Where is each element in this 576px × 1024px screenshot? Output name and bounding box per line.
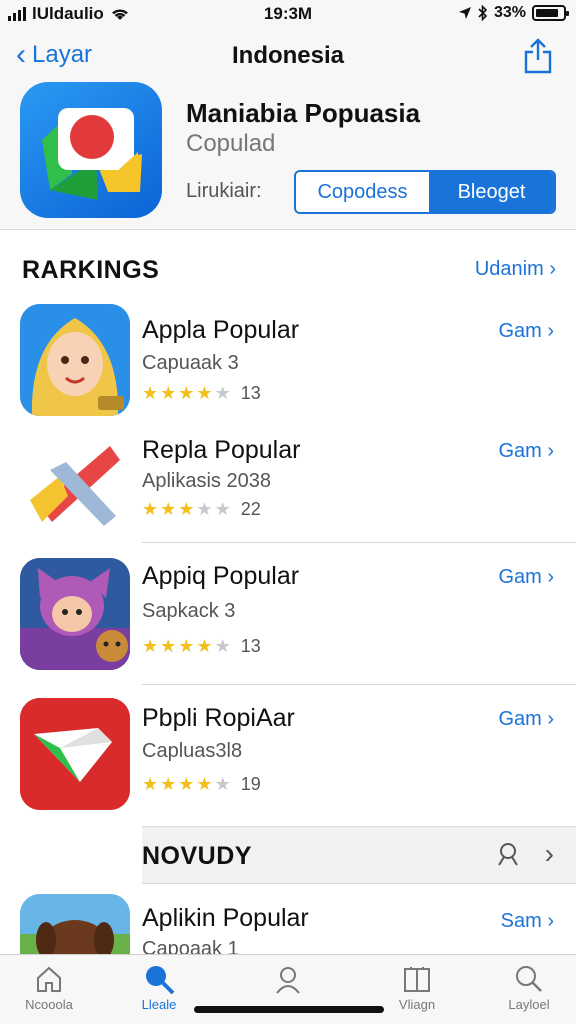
star-filled-icon: ★ — [178, 499, 195, 519]
rankings-title: RARKINGS — [22, 256, 160, 284]
battery-percent: 33% — [493, 4, 526, 21]
star-filled-icon: ★ — [160, 774, 177, 794]
rating-count: 19 — [240, 774, 261, 794]
star-filled-icon: ★ — [196, 636, 213, 656]
home-indicator — [194, 1006, 384, 1013]
star-filled-icon: ★ — [196, 383, 213, 403]
tab-bar: Ncooola Lleale Vliagn Layloel — [0, 954, 576, 1024]
app-name: Aplikin Popular — [142, 904, 309, 932]
featured-label: Lirukiair: — [186, 180, 262, 202]
app-subtitle: Capluas3l8 — [142, 740, 243, 762]
star-filled-icon: ★ — [178, 774, 195, 794]
app-subtitle: Capuaak 3 — [142, 352, 239, 374]
app-name: Repla Popular — [142, 436, 301, 464]
status-bar: lUldaulio 19:3M 33% — [0, 0, 576, 30]
tab-search[interactable]: Lleale — [104, 961, 214, 1012]
search-icon — [104, 961, 214, 997]
star-filled-icon: ★ — [160, 499, 177, 519]
star-filled-icon: ★ — [178, 636, 195, 656]
star-rating: ★ ★ ★ ★ ★ 13 — [142, 383, 261, 404]
page-title: Indonesia — [231, 42, 345, 69]
tab-profile[interactable] — [233, 961, 343, 997]
star-rating: ★ ★ ★ ★ ★ 13 — [142, 636, 261, 657]
location-arrow-icon — [458, 7, 471, 19]
row-divider — [142, 684, 576, 685]
tab-label: Ncooola — [25, 997, 73, 1012]
get-button[interactable]: Gam › — [498, 320, 554, 343]
chevron-right-icon: › — [549, 258, 556, 280]
segment-right[interactable]: Bleoget — [429, 172, 554, 212]
star-empty-icon: ★ — [214, 774, 231, 794]
battery-level — [536, 9, 559, 17]
rating-count: 13 — [240, 636, 261, 656]
segment-left[interactable]: Copodess — [296, 172, 429, 212]
app-subtitle: Sapkack 3 — [142, 600, 236, 622]
rankings-see-all[interactable]: Udanim › — [475, 258, 556, 281]
tab-search-2[interactable]: Layloel — [474, 961, 576, 1012]
star-filled-icon: ★ — [142, 636, 159, 656]
rating-count: 22 — [240, 499, 261, 519]
person-icon[interactable] — [496, 842, 520, 866]
star-rating: ★ ★ ★ ★ ★ 22 — [142, 499, 261, 520]
star-filled-icon: ★ — [178, 383, 195, 403]
get-button[interactable]: Gam › — [498, 440, 554, 463]
see-all-label: Udanim — [474, 258, 544, 280]
row-divider — [142, 542, 576, 543]
star-filled-icon: ★ — [142, 383, 159, 403]
segmented-control: Copodess Bleoget — [294, 170, 556, 214]
get-label: Gam — [498, 566, 542, 588]
chevron-right-icon[interactable]: › — [545, 838, 554, 870]
app-icon-cross-shape — [20, 430, 130, 542]
rating-count: 13 — [240, 383, 261, 403]
star-empty-icon: ★ — [214, 499, 231, 519]
app-icon-play-shape — [20, 698, 130, 810]
section2-title: NOVUDY — [142, 842, 252, 870]
app-header: ‹ Layar Indonesia Maniabia Popuasia Copu… — [0, 30, 576, 230]
star-filled-icon: ★ — [160, 636, 177, 656]
tab-label: Layloel — [508, 997, 550, 1012]
featured-app-icon[interactable] — [20, 82, 162, 218]
star-empty-icon: ★ — [196, 499, 213, 519]
get-label: Sam — [500, 910, 542, 932]
get-label: Gam — [498, 320, 542, 342]
magnifier-icon — [474, 961, 576, 997]
get-button[interactable]: Sam › — [501, 910, 554, 933]
star-filled-icon: ★ — [160, 383, 177, 403]
tab-library[interactable]: Vliagn — [362, 961, 472, 1012]
featured-app-subtitle: Copulad — [186, 130, 276, 157]
battery-icon — [532, 5, 569, 21]
app-name: Appla Popular — [142, 316, 300, 344]
bluetooth-icon — [478, 5, 488, 21]
get-button[interactable]: Gam › — [498, 708, 554, 731]
get-button[interactable]: Gam › — [498, 566, 554, 589]
app-icon-cartoon-kid — [20, 558, 130, 670]
star-filled-icon: ★ — [142, 774, 159, 794]
star-filled-icon: ★ — [196, 774, 213, 794]
star-empty-icon: ★ — [214, 636, 231, 656]
person-icon — [233, 961, 343, 997]
status-right: 33% — [458, 4, 569, 22]
app-name: Appiq Popular — [142, 562, 300, 590]
star-filled-icon: ★ — [142, 499, 159, 519]
star-empty-icon: ★ — [214, 383, 231, 403]
share-icon[interactable] — [522, 38, 554, 74]
tab-home[interactable]: Ncooola — [0, 961, 104, 1012]
star-rating: ★ ★ ★ ★ ★ 19 — [142, 774, 261, 795]
app-name: Pbpli RopiAar — [142, 704, 295, 732]
home-icon — [0, 961, 104, 997]
app-icon-hijab-girl — [20, 304, 130, 416]
book-icon — [362, 961, 472, 997]
featured-app-title: Maniabia Popuasia — [186, 98, 421, 128]
app-subtitle: Aplikasis 2038 — [142, 470, 271, 492]
get-label: Gam — [498, 708, 542, 730]
get-label: Gam — [498, 440, 542, 462]
